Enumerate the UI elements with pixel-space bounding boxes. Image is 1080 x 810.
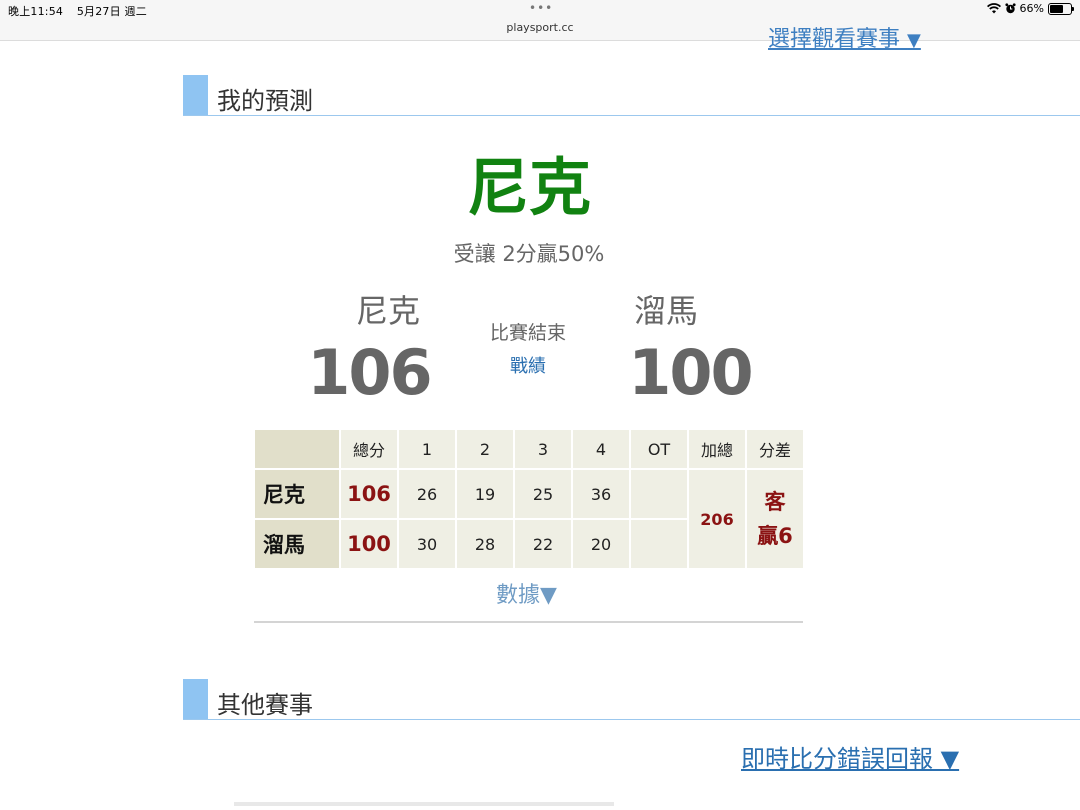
score-difference: 客 贏6 [745, 468, 805, 570]
pick-team: 尼克 [466, 151, 591, 224]
status-right: 66% [986, 2, 1074, 15]
header-total: 總分 [339, 428, 399, 470]
select-game-link[interactable]: 選擇觀看賽事 ▼ [768, 25, 921, 55]
pick-detail: 受讓 2分贏50% [453, 242, 605, 266]
row-q3-away: 25 [513, 468, 573, 520]
away-team-name: 尼克 [355, 292, 420, 330]
more-dots-icon[interactable]: ••• [529, 1, 553, 15]
diff-line2: 贏6 [757, 524, 793, 548]
wifi-icon [986, 3, 1001, 14]
row-q2-home: 28 [455, 518, 515, 570]
header-sum: 加總 [687, 428, 747, 470]
row-q1-home: 30 [397, 518, 457, 570]
select-game-arrow: ▼ [907, 30, 921, 51]
record-link[interactable]: 戰績 [466, 352, 590, 378]
other-games-header: 其他賽事 [183, 679, 1080, 720]
diff-line1: 客 [764, 490, 786, 514]
row-ot-away [629, 468, 689, 520]
row-q4-away: 36 [571, 468, 631, 520]
row-team-away: 尼克 [253, 468, 341, 520]
away-team-score: 106 [307, 336, 432, 409]
my-prediction-header: 我的預測 [183, 75, 1080, 116]
boxscore-header-row: 總分 1 2 3 4 OT 加總 分差 [253, 428, 805, 470]
section-accent-bar [183, 679, 208, 719]
status-left: 晚上11:54 5月27日 週二 [8, 3, 157, 19]
status-date: 5月27日 週二 [76, 5, 147, 18]
divider [254, 621, 803, 623]
battery-percent: 66% [1019, 2, 1044, 15]
my-prediction-title: 我的預測 [217, 87, 313, 115]
table-row: 尼克 106 26 19 25 36 206 客 贏6 [253, 468, 805, 570]
score-error-report-link[interactable]: 即時比分錯誤回報 ▼ [741, 739, 959, 774]
header-q3: 3 [513, 428, 573, 470]
bottom-divider [234, 802, 614, 806]
row-team-home: 溜馬 [253, 518, 341, 570]
home-team-name: 溜馬 [633, 292, 698, 330]
row-q1-away: 26 [397, 468, 457, 520]
header-q2: 2 [455, 428, 515, 470]
row-q2-away: 19 [455, 468, 515, 520]
battery-icon [1048, 2, 1074, 15]
home-team-score: 100 [628, 336, 753, 409]
row-q3-home: 22 [513, 518, 573, 570]
combined-total: 206 [687, 468, 747, 570]
row-total-away: 106 [339, 468, 399, 520]
header-q4: 4 [571, 428, 631, 470]
select-game-label: 選擇觀看賽事 [768, 27, 901, 52]
section-accent-bar [183, 75, 208, 115]
row-ot-home [629, 518, 689, 570]
header-q1: 1 [397, 428, 457, 470]
data-toggle-button[interactable]: 數據▼ [0, 577, 1053, 609]
header-ot: OT [629, 428, 689, 470]
row-total-home: 100 [339, 518, 399, 570]
header-blank [253, 428, 341, 470]
row-q4-home: 20 [571, 518, 631, 570]
header-diff: 分差 [745, 428, 805, 470]
status-time: 晚上11:54 [8, 5, 64, 18]
alarm-icon [1004, 3, 1016, 14]
boxscore-table: 總分 1 2 3 4 OT 加總 分差 尼克 106 26 19 25 36 2… [253, 428, 805, 570]
other-games-title: 其他賽事 [217, 691, 313, 719]
